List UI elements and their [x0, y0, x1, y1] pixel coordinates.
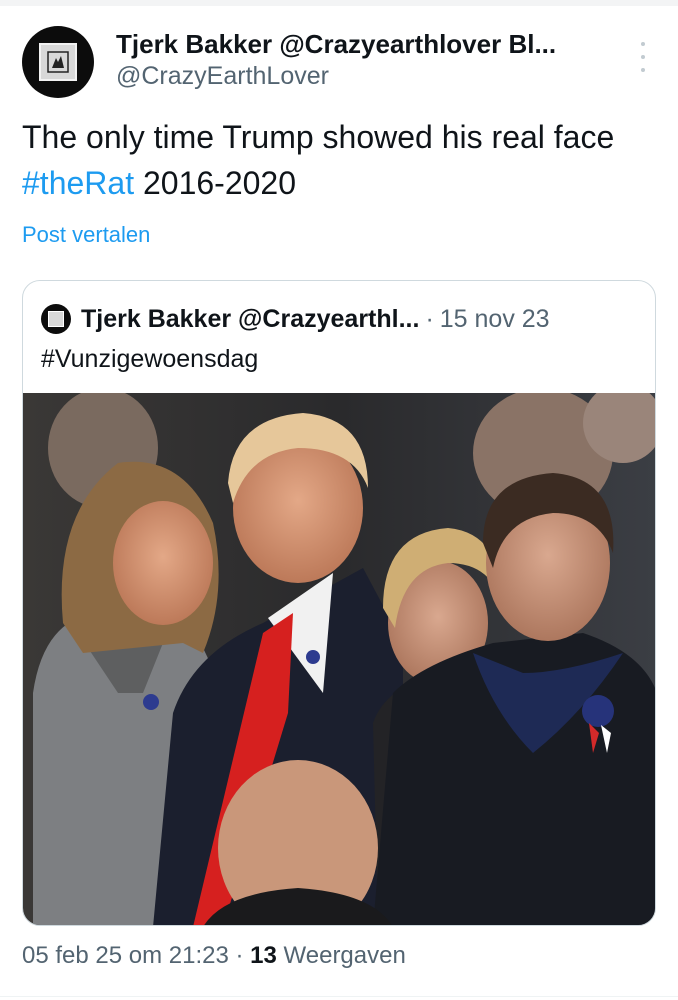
- quoted-tweet-card[interactable]: Tjerk Bakker @Crazyearthl... · 15 nov 23…: [22, 280, 656, 926]
- more-vertical-icon[interactable]: [638, 42, 648, 72]
- views-label: Weergaven: [276, 942, 406, 969]
- top-divider: [0, 0, 678, 6]
- quoted-tweet-text: #Vunzigewoensdag: [41, 345, 259, 373]
- meta-separator: ·: [228, 942, 251, 969]
- quoted-photo[interactable]: [23, 393, 656, 926]
- author-display-name[interactable]: Tjerk Bakker @Crazyearthlover Bl...: [116, 28, 616, 60]
- quoted-tweet-header: Tjerk Bakker @Crazyearthl... · 15 nov 23: [41, 301, 641, 337]
- author-handle[interactable]: @CrazyEarthLover: [116, 60, 616, 92]
- hashtag-link[interactable]: #theRat: [22, 165, 134, 201]
- views-count: 13: [250, 942, 277, 969]
- tweet-meta: 05 feb 25 om 21:23 · 13 Weergaven: [22, 942, 406, 970]
- author-names: Tjerk Bakker @Crazyearthlover Bl... @Cra…: [116, 28, 616, 92]
- quoted-date: 15 nov 23: [439, 304, 550, 333]
- quoted-author-name: Tjerk Bakker @Crazyearthl...: [81, 304, 420, 333]
- quoted-avatar: [41, 304, 71, 334]
- translate-post-link[interactable]: Post vertalen: [22, 222, 150, 248]
- tweet-text-part: 2016-2020: [134, 165, 296, 201]
- avatar[interactable]: [22, 26, 94, 98]
- avatar-logo-icon: [48, 311, 64, 327]
- quoted-separator: ·: [425, 304, 434, 333]
- avatar-logo-icon: [39, 43, 77, 81]
- bottom-divider: [0, 996, 678, 997]
- tweet-header: Tjerk Bakker @Crazyearthlover Bl... @Cra…: [22, 26, 662, 98]
- tweet-text: The only time Trump showed his real face…: [22, 114, 642, 206]
- tweet-text-part: The only time Trump showed his real face: [22, 119, 615, 155]
- tweet-timestamp[interactable]: 05 feb 25 om 21:23: [22, 942, 229, 969]
